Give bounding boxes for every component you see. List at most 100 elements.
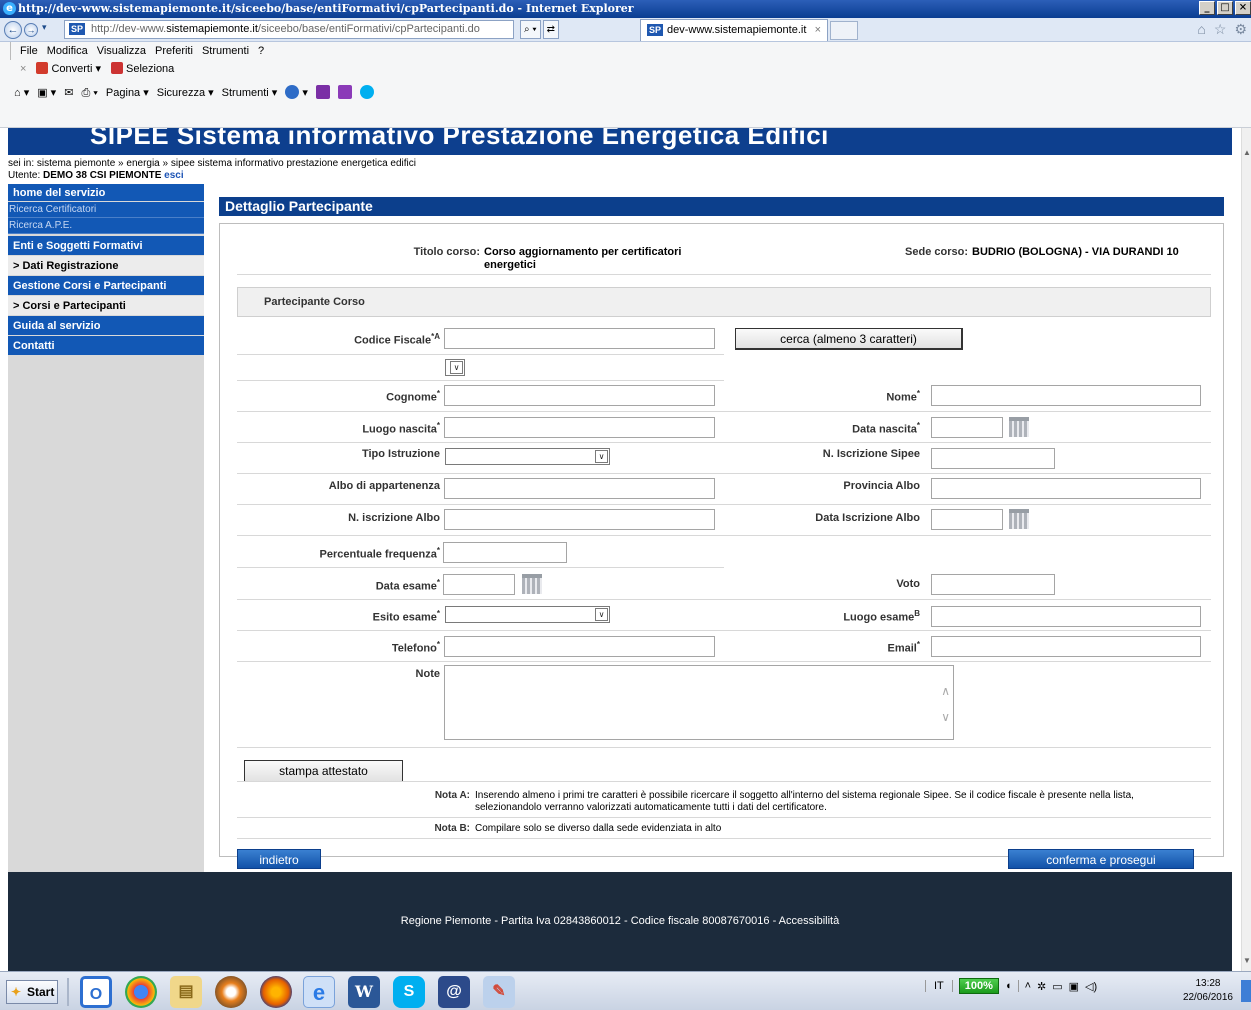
devices-icon[interactable]: ▭	[1052, 980, 1062, 993]
mail-client-icon[interactable]: @	[438, 976, 470, 1008]
forward-button[interactable]: →	[24, 23, 38, 37]
divider	[237, 817, 1211, 818]
seleziona-button[interactable]: Seleziona	[110, 60, 174, 78]
calendar-icon[interactable]	[1009, 417, 1029, 437]
search-icon[interactable]: ⌕ ▾	[520, 20, 541, 39]
menu-preferiti[interactable]: Preferiti	[155, 42, 193, 60]
display-icon[interactable]: ▣	[1069, 980, 1079, 993]
language-indicator[interactable]: IT	[925, 980, 953, 992]
codice-fiscale-input[interactable]	[444, 328, 715, 349]
firefox-icon[interactable]	[260, 976, 292, 1008]
app-icon[interactable]	[215, 976, 247, 1008]
network-icon[interactable]: ✲	[1037, 980, 1046, 993]
internet-explorer-icon[interactable]: e	[303, 976, 335, 1008]
onenote-linked-icon[interactable]	[337, 85, 352, 101]
nome-input[interactable]	[931, 385, 1201, 406]
email-field[interactable]	[931, 636, 1201, 657]
mail-icon[interactable]: ✉	[64, 85, 73, 101]
tab-close-icon[interactable]: ×	[815, 20, 821, 40]
cognome-input[interactable]	[444, 385, 715, 406]
sidebar-item-contatti[interactable]: Contatti	[8, 336, 204, 356]
sidebar-item-ricerca-ape[interactable]: Ricerca A.P.E.	[8, 218, 204, 234]
paint-icon[interactable]: ✎	[483, 976, 515, 1008]
telefono-input[interactable]	[444, 636, 715, 657]
sidebar-item-ricerca-certificatori[interactable]: Ricerca Certificatori	[8, 202, 204, 218]
codice-fiscale-suggestions-select[interactable]: ∨	[445, 359, 465, 376]
data-nascita-input[interactable]	[931, 417, 1003, 438]
address-bar[interactable]: SP http://dev-www.sistemapiemonte.it/sic…	[64, 20, 514, 39]
close-window-button[interactable]: ×	[1235, 1, 1251, 15]
feeds-icon[interactable]: ▣ ▾	[37, 85, 56, 101]
tipo-istruzione-select[interactable]: ∨	[445, 448, 610, 465]
scroll-up-arrow-icon[interactable]: ▲	[1243, 148, 1251, 157]
calendar-icon[interactable]	[522, 574, 542, 594]
home-cmd-icon[interactable]: ⌂ ▾	[14, 85, 29, 101]
browser-tab-active[interactable]: SP dev-www.sistemapiemonte.it ×	[640, 19, 828, 41]
menu-modifica[interactable]: Modifica	[47, 42, 88, 60]
sidebar-item-gestione[interactable]: Gestione Corsi e Partecipanti	[8, 276, 204, 296]
menu-strumenti[interactable]: Strumenti	[202, 42, 249, 60]
history-dropdown-icon[interactable]: ▾	[42, 22, 47, 33]
menu-visualizza[interactable]: Visualizza	[97, 42, 146, 60]
favbar-close-icon[interactable]: ×	[20, 60, 26, 78]
sidebar-item-corsi[interactable]: > Corsi e Partecipanti	[8, 296, 204, 316]
new-tab-button[interactable]	[830, 21, 858, 40]
logout-link[interactable]: esci	[164, 170, 183, 181]
scroll-down-arrow-icon[interactable]: ▼	[1243, 956, 1251, 965]
pagina-menu[interactable]: Pagina ▾	[106, 85, 149, 101]
albo-input[interactable]	[444, 478, 715, 499]
settings-gear-icon[interactable]: ⚙	[1234, 21, 1247, 38]
volume-icon[interactable]: ◁)	[1085, 980, 1097, 993]
menu-help[interactable]: ?	[258, 42, 264, 60]
minimize-button[interactable]: _	[1199, 1, 1215, 15]
email-label: Email*	[720, 640, 920, 655]
scroll-down-icon[interactable]: ∨	[941, 710, 950, 724]
outlook-icon[interactable]: O	[80, 976, 112, 1008]
favorites-star-icon[interactable]: ☆	[1214, 21, 1227, 38]
page-scrollbar[interactable]: ▲ ▼	[1241, 128, 1251, 971]
data-iscrizione-albo-input[interactable]	[931, 509, 1003, 530]
sidebar-item-guida[interactable]: Guida al servizio	[8, 316, 204, 336]
back-button[interactable]: ←	[4, 21, 22, 39]
n-iscrizione-sipee-input[interactable]	[931, 448, 1055, 469]
sidebar-item-home[interactable]: home del servizio	[8, 184, 204, 202]
calendar-icon[interactable]	[1009, 509, 1029, 529]
voto-input[interactable]	[931, 574, 1055, 595]
converti-button[interactable]: Converti ▾	[36, 60, 101, 78]
maximize-button[interactable]: □	[1217, 1, 1233, 15]
esito-esame-select[interactable]: ∨	[445, 606, 610, 623]
conferma-prosegui-button[interactable]: conferma e prosegui	[1008, 849, 1194, 869]
chrome-icon[interactable]	[125, 976, 157, 1008]
word-icon[interactable]: W	[348, 976, 380, 1008]
sicurezza-menu[interactable]: Sicurezza ▾	[157, 85, 214, 101]
stampa-attestato-button[interactable]: stampa attestato	[244, 760, 403, 782]
battery-indicator[interactable]: 100%	[958, 978, 999, 994]
luogo-nascita-input[interactable]	[444, 417, 715, 438]
help-icon[interactable]: ▾	[285, 85, 308, 101]
data-esame-input[interactable]	[443, 574, 515, 595]
n-iscrizione-albo-input[interactable]	[444, 509, 715, 530]
note-textarea[interactable]: ∧ ∨	[444, 665, 954, 740]
clock[interactable]: 13:28 22/06/2016	[1183, 977, 1233, 1005]
strumenti-menu[interactable]: Strumenti ▾	[222, 85, 278, 101]
onenote-icon[interactable]	[315, 85, 330, 101]
luogo-esame-input[interactable]	[931, 606, 1201, 627]
home-icon[interactable]: ⌂	[1197, 21, 1205, 38]
sidebar-item-enti[interactable]: Enti e Soggetti Formativi	[8, 236, 204, 256]
indietro-button[interactable]: indietro	[237, 849, 321, 869]
power-plug-icon[interactable]: ◖	[1005, 980, 1012, 992]
tray-expand-icon[interactable]: ˄	[1017, 980, 1031, 992]
skype-icon[interactable]	[359, 85, 374, 101]
skype-app-icon[interactable]: S	[393, 976, 425, 1008]
start-button[interactable]: Start	[6, 980, 58, 1004]
menu-file[interactable]: File	[20, 42, 38, 60]
print-icon[interactable]: ⎙ ▾	[81, 85, 97, 101]
show-desktop-button[interactable]	[1241, 980, 1251, 1002]
cerca-button[interactable]: cerca (almeno 3 caratteri)	[735, 328, 963, 350]
scroll-up-icon[interactable]: ∧	[941, 684, 950, 698]
provincia-albo-input[interactable]	[931, 478, 1201, 499]
percentuale-frequenza-input[interactable]	[443, 542, 567, 563]
file-explorer-icon[interactable]: ▤	[170, 976, 202, 1008]
sidebar-item-dati-registrazione[interactable]: > Dati Registrazione	[8, 256, 204, 276]
compatibility-icon[interactable]: ⇄	[542, 20, 559, 39]
